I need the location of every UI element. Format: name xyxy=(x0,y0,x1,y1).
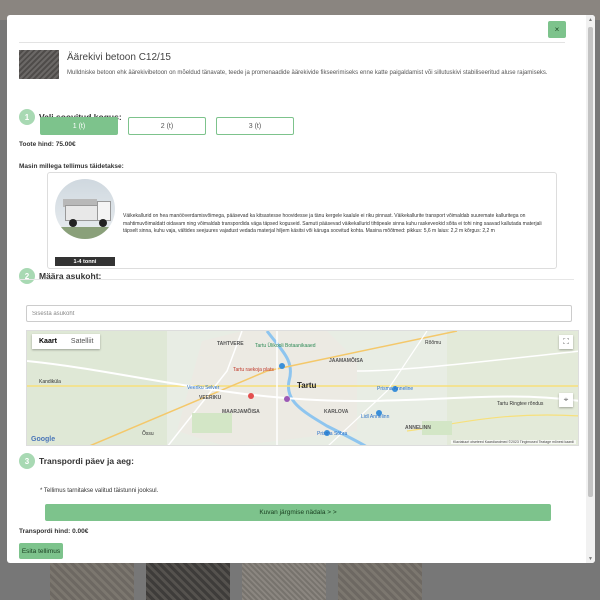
close-button[interactable]: × xyxy=(548,21,566,38)
map-label: Kandiküla xyxy=(39,379,61,385)
fullscreen-button[interactable]: ⛶ xyxy=(559,335,573,349)
map-label: Veeriku Selver xyxy=(187,385,220,391)
map-label: Tartu xyxy=(297,381,317,390)
scrollbar-thumb[interactable] xyxy=(588,27,593,497)
map-label: Lidl Annelinn xyxy=(361,414,390,420)
fullscreen-icon: ⛶ xyxy=(563,337,569,346)
close-icon: × xyxy=(554,25,560,34)
tab-map[interactable]: Kaart xyxy=(32,334,64,349)
vehicle-description: Väikekallurid on hea manööverdamisvõimeg… xyxy=(123,213,542,234)
quantity-option-2[interactable]: 2 (t) xyxy=(128,117,206,135)
product-header: Äärekivi betoon C12/15 Mulldniske betoon… xyxy=(19,50,548,79)
map-label: Tartu Ülikooli Botaanikaaed xyxy=(255,343,316,349)
map-label: TAHTVERE xyxy=(217,341,244,347)
product-info: Äärekivi betoon C12/15 Mulldniske betoon… xyxy=(67,50,548,79)
delivery-note: * Tellimus tarnitakse valitud täistunni … xyxy=(40,488,159,494)
map-label: Õssu xyxy=(142,431,154,437)
quantity-option-1[interactable]: 1 (t) xyxy=(40,117,118,135)
background-thumbnail xyxy=(338,563,422,600)
map-label: Tartu Ringtee rõndus xyxy=(497,401,544,407)
transport-price: Transpordi hind: 0.00€ xyxy=(19,528,89,535)
map-label: VEERIKU xyxy=(199,395,222,401)
step-number: 1 xyxy=(19,109,35,125)
vehicle-heading: Masin millega tellimus täidetakse: xyxy=(19,163,124,170)
quantity-options: 1 (t) 2 (t) 3 (t) xyxy=(40,117,294,135)
scroll-up-icon[interactable]: ▲ xyxy=(586,15,595,24)
step-title: Transpordi päev ja aeg: xyxy=(39,456,134,466)
map-label: Tartu raekoja plats xyxy=(233,367,274,373)
divider xyxy=(19,279,574,280)
background-thumbnails xyxy=(50,563,422,600)
location-target-icon: ⌖ xyxy=(563,395,569,404)
step-number: 2 xyxy=(19,268,35,284)
google-logo: Google xyxy=(31,436,56,443)
map-label: KARLOVA xyxy=(324,409,349,415)
address-input[interactable] xyxy=(26,305,572,322)
step-3-header: 3 Transpordi päev ja aeg: xyxy=(19,453,134,469)
product-price: Toote hind: 75.00€ xyxy=(19,141,76,148)
background-thumbnail xyxy=(146,563,230,600)
truck-image xyxy=(55,179,115,239)
modal-content: × Äärekivi betoon C12/15 Mulldniske beto… xyxy=(7,15,586,563)
locate-button[interactable]: ⌖ xyxy=(559,393,573,407)
scroll-down-icon[interactable]: ▼ xyxy=(586,554,595,563)
next-week-button[interactable]: Kuvan järgmise nädala > > xyxy=(45,504,551,521)
map-attribution[interactable]: Klaviatuuri otseteed Kaardiandmed ©2023 … xyxy=(450,440,576,444)
background-thumbnail xyxy=(242,563,326,600)
order-modal: × Äärekivi betoon C12/15 Mulldniske beto… xyxy=(7,15,595,563)
map-label: Prisma Anneline xyxy=(377,386,414,392)
map-type-tabs: Kaart Satelliit xyxy=(32,334,101,349)
scrollbar[interactable]: ▲ ▼ xyxy=(586,15,595,563)
step-2-header: 2 Määra asukoht: xyxy=(19,268,101,284)
product-description: Mulldniske betoon ehk äärekivibetoon on … xyxy=(67,70,548,76)
product-title: Äärekivi betoon C12/15 xyxy=(67,52,171,63)
submit-order-button[interactable]: Esita tellimus xyxy=(19,543,63,559)
map-label: ANNELINN xyxy=(405,425,431,431)
map-label: Prisma Sõbra xyxy=(317,431,348,437)
map-label: JAAMAMÕISA xyxy=(329,358,364,364)
tab-satellite[interactable]: Satelliit xyxy=(64,334,101,349)
map-label: Rõõmu xyxy=(425,340,442,346)
divider xyxy=(19,42,565,43)
map-label: MAARJAMÕISA xyxy=(222,409,260,415)
vehicle-card: 1-4 tonni Väikekallurid on hea manööverd… xyxy=(47,172,557,269)
quantity-option-3[interactable]: 3 (t) xyxy=(216,117,294,135)
product-image xyxy=(19,50,59,79)
vehicle-capacity-badge: 1-4 tonni xyxy=(55,257,115,266)
step-number: 3 xyxy=(19,453,35,469)
background-thumbnail xyxy=(50,563,134,600)
map[interactable]: Kaart Satelliit ⛶ ⌖ TAHTVERE Tartu Üliko… xyxy=(26,330,579,446)
